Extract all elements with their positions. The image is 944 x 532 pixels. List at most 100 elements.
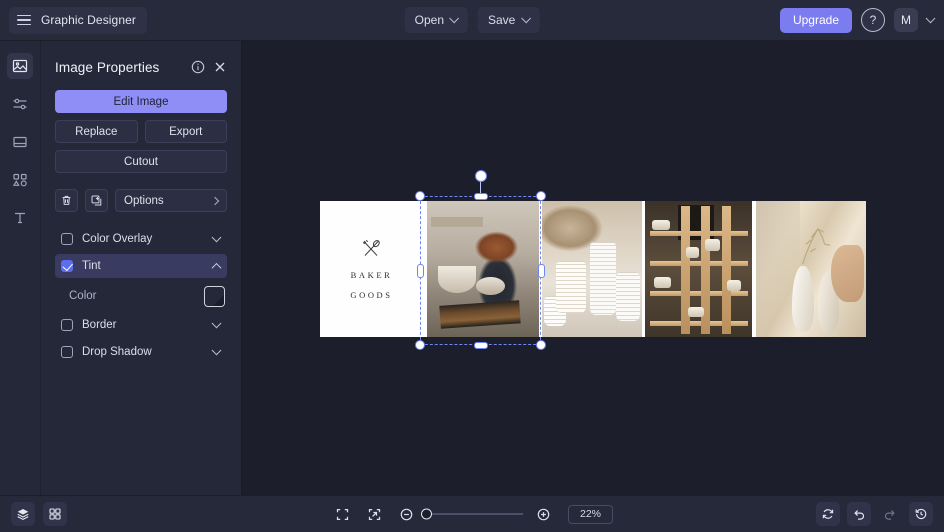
redo-icon[interactable] [878, 502, 902, 526]
trash-icon[interactable] [55, 189, 78, 212]
vase-image [756, 201, 867, 337]
replace-export-row: Replace Export [55, 120, 227, 143]
resize-handle-top-right[interactable] [536, 191, 546, 201]
potter-photo[interactable] [426, 201, 539, 337]
effect-label: Border [82, 319, 117, 331]
color-overlay-checkbox[interactable] [61, 233, 73, 245]
bowls-image [542, 201, 642, 337]
top-right-actions: Upgrade ? M [779, 7, 936, 33]
reset-icon[interactable] [816, 502, 840, 526]
open-menu-button[interactable]: Open [404, 7, 468, 33]
app-title: Graphic Designer [41, 13, 136, 27]
top-bar: Graphic Designer Open Save Upgrade ? M [0, 0, 944, 41]
vase-photo[interactable] [756, 201, 867, 337]
border-checkbox[interactable] [61, 319, 73, 331]
effect-row-color-overlay[interactable]: Color Overlay [55, 227, 227, 251]
avatar[interactable]: M [894, 8, 918, 32]
sidebar-item-text[interactable] [7, 205, 33, 231]
help-icon[interactable]: ? [861, 8, 885, 32]
options-label: Options [124, 194, 164, 207]
logo-line-1: BAKER [350, 270, 393, 280]
effect-label: Tint [82, 260, 101, 272]
logo-panel[interactable]: BAKER GOODS [320, 201, 423, 337]
resize-handle-bottom[interactable] [473, 341, 488, 349]
rotate-handle[interactable] [474, 170, 487, 182]
replace-button[interactable]: Replace [55, 120, 138, 143]
sidebar-item-image[interactable] [7, 53, 33, 79]
zoom-slider[interactable] [421, 508, 523, 520]
effect-row-tint[interactable]: Tint [55, 254, 227, 278]
zoom-slider-track[interactable] [421, 508, 523, 520]
info-circle-icon[interactable] [191, 60, 205, 74]
chevron-down-icon[interactable] [211, 317, 222, 328]
save-menu-label: Save [488, 13, 516, 27]
chevron-down-icon[interactable] [211, 231, 222, 242]
sidebar-item-layout[interactable] [7, 129, 33, 155]
effect-label: Color Overlay [82, 233, 153, 245]
bowls-photo[interactable] [542, 201, 642, 337]
resize-handle-top-left[interactable] [415, 191, 425, 201]
bottom-left-tools [11, 502, 67, 526]
drop-shadow-checkbox[interactable] [61, 346, 73, 358]
hamburger-icon [17, 14, 31, 26]
crossed-spoon-fork-icon [363, 239, 381, 256]
app-menu-button[interactable]: Graphic Designer [9, 6, 147, 34]
graphic-designer-app: Graphic Designer Open Save Upgrade ? M I… [0, 0, 944, 532]
logo-line-2: GOODS [350, 290, 393, 300]
app-body: Image Properties Edit Image Replace Expo… [0, 41, 944, 495]
chevron-right-icon [210, 196, 220, 205]
cutout-button[interactable]: Cutout [55, 150, 227, 173]
fit-selection-icon[interactable] [363, 503, 386, 526]
duplicate-icon[interactable] [85, 189, 108, 212]
history-icon[interactable] [909, 502, 933, 526]
image-properties-panel: Image Properties Edit Image Replace Expo… [41, 41, 242, 495]
save-menu-button[interactable]: Save [478, 7, 540, 33]
resize-handle-bottom-right[interactable] [536, 340, 546, 350]
chevron-down-icon[interactable] [211, 344, 222, 355]
shelving-image [645, 201, 753, 337]
export-button[interactable]: Export [144, 120, 227, 143]
object-tools-row: Options [55, 189, 227, 212]
resize-handle-left[interactable] [416, 263, 424, 278]
chevron-down-icon [520, 12, 531, 23]
open-menu-label: Open [414, 13, 444, 27]
fit-screen-icon[interactable] [331, 503, 354, 526]
shelving-photo[interactable] [645, 201, 753, 337]
grid-icon[interactable] [43, 502, 67, 526]
effect-row-border[interactable]: Border [55, 313, 227, 337]
collage-artboard[interactable]: BAKER GOODS [320, 201, 867, 337]
tool-rail [0, 41, 41, 495]
account-chevron-down-icon[interactable] [925, 12, 936, 24]
tint-color-row: Color [55, 281, 227, 311]
sidebar-item-adjust[interactable] [7, 91, 33, 117]
tint-color-swatch[interactable] [204, 285, 225, 307]
edit-image-button[interactable]: Edit Image [55, 90, 227, 113]
page-title: Image Properties [55, 59, 160, 75]
undo-icon[interactable] [847, 502, 871, 526]
zoom-out-icon[interactable] [395, 503, 418, 526]
resize-handle-bottom-left[interactable] [415, 340, 425, 350]
bottom-right-tools [816, 502, 933, 526]
sidebar-item-shapes[interactable] [7, 167, 33, 193]
bottom-bar: 22% [0, 495, 944, 532]
panel-header: Image Properties [55, 46, 227, 88]
zoom-controls: 22% [331, 503, 613, 526]
brand-logo: BAKER GOODS [320, 236, 423, 302]
resize-handle-right[interactable] [537, 263, 545, 278]
options-button[interactable]: Options [115, 189, 227, 212]
resize-handle-top[interactable] [473, 192, 488, 200]
tint-checkbox[interactable] [61, 260, 73, 272]
upgrade-button[interactable]: Upgrade [779, 7, 852, 33]
close-x-icon[interactable] [213, 60, 227, 74]
zoom-slider-knob[interactable] [421, 508, 432, 520]
zoom-in-icon[interactable] [532, 503, 555, 526]
zoom-level-value[interactable]: 22% [568, 504, 613, 524]
top-center-menus: Open Save [404, 7, 540, 33]
layers-icon[interactable] [11, 502, 35, 526]
chevron-up-icon[interactable] [211, 262, 222, 273]
effect-label: Drop Shadow [82, 346, 152, 358]
potter-image [426, 201, 539, 337]
canvas-area[interactable]: BAKER GOODS [242, 41, 944, 495]
effect-row-drop-shadow[interactable]: Drop Shadow [55, 340, 227, 364]
tint-color-label: Color [69, 290, 97, 302]
